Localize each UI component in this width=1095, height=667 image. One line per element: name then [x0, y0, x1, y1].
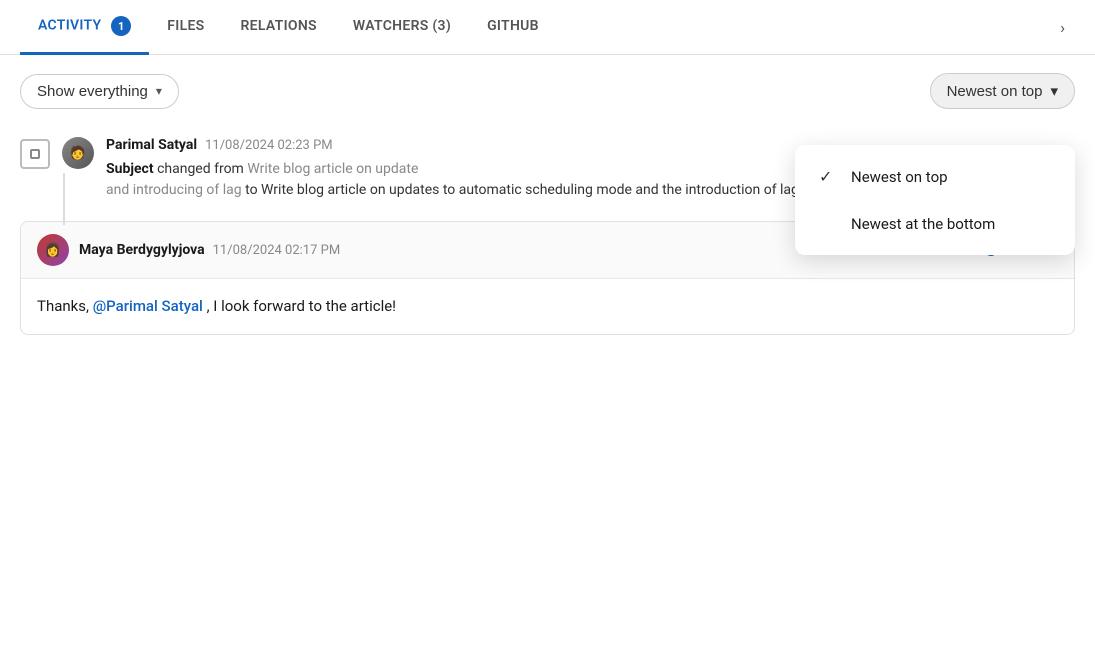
- tab-github-label: GITHUB: [487, 18, 539, 34]
- activity-field: Subject: [106, 161, 154, 177]
- tab-github[interactable]: GITHUB: [469, 2, 557, 53]
- tab-files-label: FILES: [167, 18, 204, 34]
- sort-chevron-icon: ▾: [1050, 82, 1058, 100]
- comment-mention[interactable]: @Parimal Satyal: [93, 297, 203, 315]
- activity-to-word: to: [245, 182, 261, 198]
- tab-bar: ACTIVITY 1 FILES RELATIONS WATCHERS (3) …: [0, 0, 1095, 55]
- comment-time: 11/08/2024 02:17 PM: [213, 243, 341, 258]
- comment-body-suffix: , I look forward to the article!: [207, 297, 396, 315]
- activity-user-name: Parimal Satyal: [106, 137, 197, 153]
- vertical-line: [63, 173, 65, 225]
- tab-watchers-label: WATCHERS (3): [353, 18, 451, 34]
- controls-bar: Show everything ▾ Newest on top ▾: [0, 55, 1095, 125]
- activity-entry-time: 11/08/2024 02:23 PM: [205, 138, 333, 153]
- tab-files[interactable]: FILES: [149, 2, 222, 53]
- checkmark-icon: ✓: [819, 167, 839, 186]
- sort-option-newest-top-label: Newest on top: [851, 168, 948, 186]
- tab-relations[interactable]: RELATIONS: [222, 2, 334, 53]
- tabs-more-button[interactable]: ›: [1050, 2, 1075, 53]
- sort-dropdown-menu: ✓ Newest on top ✓ Newest at the bottom: [795, 145, 1075, 255]
- activity-old-value: Write blog article on update: [247, 161, 418, 177]
- tab-activity-badge: 1: [111, 16, 131, 36]
- activity-entry-icon: [20, 139, 50, 169]
- filter-chevron-icon: ▾: [156, 84, 162, 98]
- sort-option-newest-bottom-label: Newest at the bottom: [851, 215, 995, 233]
- sort-option-newest-top[interactable]: ✓ Newest on top: [795, 153, 1075, 200]
- avatar-maya: 👩: [37, 234, 69, 266]
- comment-user-name: Maya Berdygylyjova: [79, 242, 205, 258]
- activity-new-value: Write blog article on updates to automat…: [261, 182, 799, 198]
- avatar-parimal: 🧑: [62, 137, 94, 169]
- tab-watchers[interactable]: WATCHERS (3): [335, 2, 469, 53]
- tab-activity[interactable]: ACTIVITY 1: [20, 0, 149, 55]
- activity-old-value-suffix: and introducing of lag: [106, 182, 242, 198]
- activity-icon-inner: [30, 149, 40, 159]
- sort-label: Newest on top: [947, 83, 1043, 100]
- comment-body: Thanks, @Parimal Satyal , I look forward…: [21, 279, 1074, 334]
- tab-activity-label: ACTIVITY: [38, 18, 101, 34]
- activity-action: changed from: [157, 161, 247, 177]
- sort-dropdown-button[interactable]: Newest on top ▾: [930, 73, 1075, 109]
- filter-dropdown-button[interactable]: Show everything ▾: [20, 74, 179, 109]
- avatar-face: 🧑: [70, 146, 86, 161]
- comment-body-prefix: Thanks,: [37, 297, 89, 315]
- filter-label: Show everything: [37, 83, 148, 100]
- sort-option-newest-bottom[interactable]: ✓ Newest at the bottom: [795, 200, 1075, 247]
- tab-relations-label: RELATIONS: [240, 18, 316, 34]
- avatar-mb-face: 👩: [45, 243, 61, 258]
